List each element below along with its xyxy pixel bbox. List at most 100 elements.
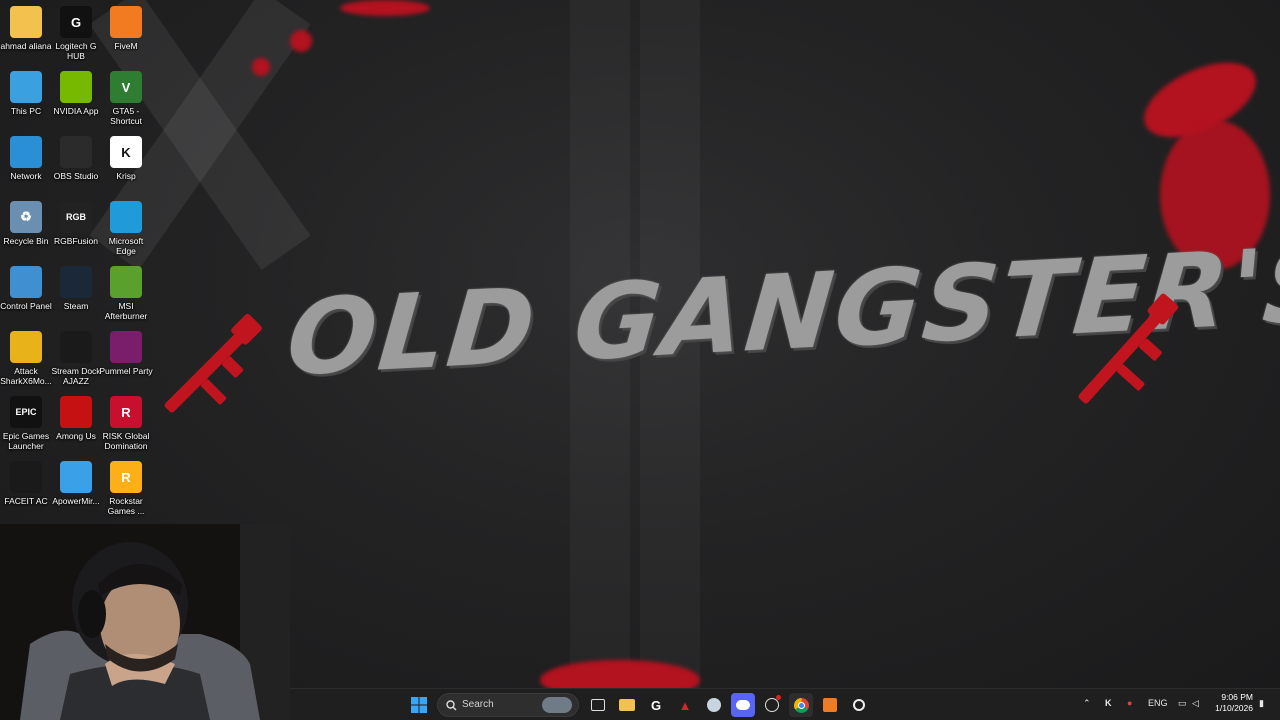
- stream-dock-icon: [60, 331, 92, 363]
- desktop-icon-recycle-bin[interactable]: ♻ Recycle Bin: [0, 201, 52, 265]
- apowermirror-icon: [60, 461, 92, 493]
- red-paint-splat: [252, 58, 270, 76]
- taskbar-obs-studio[interactable]: [760, 693, 784, 717]
- desktop-icon-control-panel[interactable]: Control Panel: [0, 266, 52, 330]
- discord-icon: [736, 700, 750, 710]
- taskbar-steam[interactable]: [702, 693, 726, 717]
- search-highlight-icon: [542, 697, 572, 713]
- desktop-icon-folder[interactable]: ahmad aliana: [0, 6, 52, 70]
- file-explorer-icon: [619, 699, 635, 711]
- desktop-icon-network[interactable]: Network: [0, 136, 52, 200]
- msi-afterburner-icon: [110, 266, 142, 298]
- edge-icon: [110, 201, 142, 233]
- desktop-icon-label: RGBFusion: [54, 236, 98, 246]
- recording-dot-icon: [776, 695, 781, 700]
- krisp-icon: K: [110, 136, 142, 168]
- desktop-icon-pummel-party[interactable]: Pummel Party: [99, 331, 153, 395]
- desktop-icon-label: ApowerMir...: [52, 496, 100, 506]
- folder-icon: [10, 6, 42, 38]
- desktop-icon-apowermirror[interactable]: ApowerMir...: [50, 461, 102, 525]
- desktop-icon-rockstar[interactable]: R Rockstar Games ...: [100, 461, 152, 525]
- language-indicator[interactable]: ENG: [1148, 698, 1168, 708]
- search-label: Search: [462, 699, 494, 710]
- rifle-icon: [1078, 293, 1179, 404]
- taskbar-fivem[interactable]: [818, 693, 842, 717]
- desktop-icon-label: Rockstar Games ...: [107, 496, 145, 516]
- desktop-icon-label: Attack SharkX6Mo...: [0, 366, 52, 386]
- desktop-icon-among-us[interactable]: Among Us: [50, 396, 102, 460]
- search-icon: [446, 700, 457, 711]
- desktop-icon-steam[interactable]: Steam: [50, 266, 102, 330]
- krisp-tray-icon[interactable]: K: [1105, 698, 1112, 708]
- desktop-icon-gta5[interactable]: V GTA5 - Shortcut: [100, 71, 152, 135]
- risk-icon: R: [110, 396, 142, 428]
- desktop-icon-obs[interactable]: OBS Studio: [50, 136, 102, 200]
- desktop-icon-monitor[interactable]: This PC: [0, 71, 52, 135]
- show-hidden-icons-chevron-icon[interactable]: ⌃: [1083, 698, 1091, 709]
- desktop-icon-risk[interactable]: R RISK Global Domination: [100, 396, 152, 460]
- faceit-icon: [10, 461, 42, 493]
- rgbfusion-icon: RGB: [60, 201, 92, 233]
- taskbar-clock[interactable]: 9:06 PM 1/10/2026: [1207, 692, 1253, 714]
- taskbar-chrome[interactable]: [789, 693, 813, 717]
- taskbar-file-explorer[interactable]: [615, 693, 639, 717]
- desktop-icon-rgbfusion[interactable]: RGB RGBFusion: [50, 201, 102, 265]
- desktop-icon-label: ahmad aliana: [0, 41, 52, 51]
- desktop-icon-label: MSI Afterburner: [104, 301, 148, 321]
- desktop-icon-label: FACEIT AC: [4, 496, 48, 506]
- desktop-icon-edge[interactable]: Microsoft Edge: [100, 201, 152, 265]
- steam-icon: [707, 698, 721, 712]
- desktop-icon-label: NVIDIA App: [53, 106, 99, 116]
- stream-dock-icon: ▲: [678, 697, 692, 713]
- microphone-icon[interactable]: ●: [1127, 698, 1132, 708]
- obs-icon: [765, 698, 779, 712]
- gta5-icon: V: [110, 71, 142, 103]
- desktop-icon-label: This PC: [10, 106, 42, 116]
- attack-shark-icon: [10, 331, 42, 363]
- task-view-icon: [591, 699, 605, 711]
- clock-time: 9:06 PM: [1221, 692, 1253, 702]
- taskbar-stream-dock[interactable]: ▲: [673, 693, 697, 717]
- desktop-icon-logitech-ghub[interactable]: G Logitech G HUB: [50, 6, 102, 70]
- desktop-icon-label: RISK Global Domination: [102, 431, 150, 451]
- desktop-icon-attack-shark[interactable]: Attack SharkX6Mo...: [0, 331, 52, 395]
- obs-icon: [60, 136, 92, 168]
- desktop-icon-label: Stream Dock AJAZZ: [51, 366, 101, 386]
- desktop-icon-label: Recycle Bin: [3, 236, 49, 246]
- desktop-icon-stream-dock[interactable]: Stream Dock AJAZZ: [50, 331, 102, 395]
- recycle-bin-icon: ♻: [10, 201, 42, 233]
- epic-games-icon: EPIC: [10, 396, 42, 428]
- red-paint-splat: [340, 0, 430, 16]
- desktop-icon-label: Epic Games Launcher: [2, 431, 50, 451]
- fivem-icon: [110, 6, 142, 38]
- desktop-icon-label: GTA5 - Shortcut: [110, 106, 142, 126]
- desktop-icon-epic-games[interactable]: EPIC Epic Games Launcher: [0, 396, 52, 460]
- control-panel-icon: [10, 266, 42, 298]
- logitech-ghub-icon: G: [650, 697, 662, 713]
- start-button[interactable]: [407, 693, 431, 717]
- volume-icon[interactable]: ◁: [1192, 698, 1199, 709]
- task-view-button[interactable]: [586, 693, 610, 717]
- rifle-icon: [164, 313, 262, 413]
- notification-bell-icon[interactable]: ▮: [1259, 698, 1264, 709]
- desktop-icon-nvidia[interactable]: NVIDIA App: [50, 71, 102, 135]
- desktop-icon-label: Microsoft Edge: [108, 236, 144, 256]
- steelseries-icon: [853, 699, 865, 711]
- desktop-icon-fivem[interactable]: FiveM: [100, 6, 152, 70]
- fivem-icon: [823, 698, 837, 712]
- desktop-icon-msi-afterburner[interactable]: MSI Afterburner: [100, 266, 152, 330]
- webcam-person-image: [0, 524, 290, 720]
- red-paint-splat: [290, 30, 312, 52]
- desktop-icon-krisp[interactable]: K Krisp: [100, 136, 152, 200]
- desktop-icon-label: Steam: [63, 301, 89, 311]
- windows-logo-icon: [411, 697, 427, 713]
- taskbar-discord[interactable]: [731, 693, 755, 717]
- monitor-icon: [10, 71, 42, 103]
- taskbar-logitech-ghub[interactable]: G: [644, 693, 668, 717]
- desktop-icon-faceit[interactable]: FACEIT AC: [0, 461, 52, 525]
- webcam-overlay: [0, 524, 290, 720]
- network-tray-icon[interactable]: ▭: [1178, 698, 1187, 709]
- taskbar-search-box[interactable]: Search: [437, 693, 579, 717]
- rockstar-icon: R: [110, 461, 142, 493]
- taskbar-steelseries[interactable]: [847, 693, 871, 717]
